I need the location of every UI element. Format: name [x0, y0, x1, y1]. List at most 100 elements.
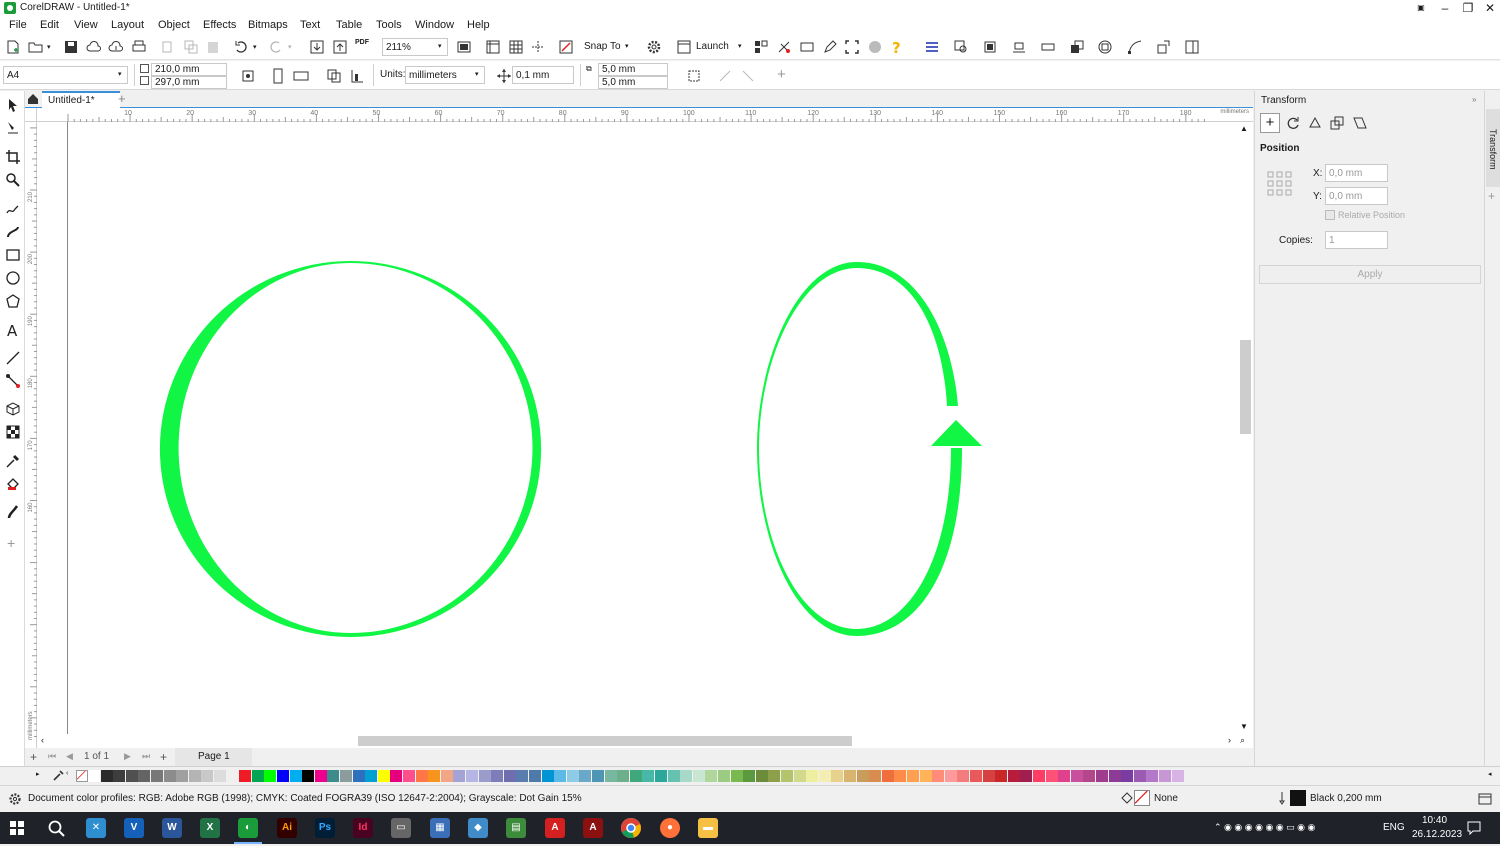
palette-scroll-left-icon[interactable]: ▸	[36, 770, 40, 778]
palette-swatch[interactable]	[1070, 770, 1083, 782]
scroll-right-icon[interactable]: ›	[1228, 735, 1231, 745]
vertical-scrollbar[interactable]: ▲ ▼	[1238, 122, 1253, 734]
menu-view[interactable]: View	[74, 19, 98, 31]
cloud-open-icon[interactable]	[86, 39, 102, 55]
horizontal-scrollbar[interactable]: ‹ › ⌕	[37, 734, 1253, 748]
units-dropdown-icon[interactable]: ▾	[475, 70, 479, 78]
taskbar-app-blue-icon[interactable]: ◆	[468, 818, 488, 838]
taskbar-firefox-icon[interactable]: ●	[660, 818, 680, 838]
taskbar-calculator-icon[interactable]: ▦	[430, 818, 450, 838]
palette-swatch[interactable]	[1045, 770, 1058, 782]
horizontal-scroll-thumb[interactable]	[358, 736, 852, 746]
palette-swatch[interactable]	[100, 770, 113, 782]
ruler-origin-icon[interactable]	[25, 108, 37, 122]
palette-swatch[interactable]	[1146, 770, 1159, 782]
status-panel-icon[interactable]	[1478, 792, 1492, 806]
taskbar-acrobat-reader-icon[interactable]: A	[583, 818, 603, 838]
show-grid-icon[interactable]	[508, 39, 524, 55]
taskbar-acrobat-icon[interactable]: A	[545, 818, 565, 838]
palette-swatch[interactable]	[1007, 770, 1020, 782]
palette-swatch[interactable]	[743, 770, 756, 782]
taskbar-excel-icon[interactable]: X	[200, 818, 220, 838]
page-tab[interactable]: Page 1	[175, 748, 252, 766]
eyedropper-tool-icon[interactable]	[5, 453, 21, 469]
docker-panel-icon[interactable]	[1184, 39, 1200, 55]
close-button[interactable]: ✕	[1479, 0, 1500, 16]
palette-swatch[interactable]	[453, 770, 466, 782]
palette-swatch[interactable]	[970, 770, 982, 782]
scroll-down-icon[interactable]: ▼	[1240, 722, 1248, 731]
palette-swatch[interactable]	[554, 770, 567, 782]
palette-swatch[interactable]	[251, 770, 264, 782]
transform-side-tab[interactable]: Transform	[1486, 109, 1500, 187]
pen-settings-icon[interactable]	[822, 39, 838, 55]
palette-swatch[interactable]	[289, 770, 302, 782]
export-icon[interactable]	[332, 39, 348, 55]
palette-swatch[interactable]	[516, 770, 529, 782]
palette-swatch[interactable]	[692, 770, 705, 782]
color-styles-icon[interactable]	[776, 39, 792, 55]
search-icon[interactable]	[47, 819, 65, 837]
ball-icon[interactable]	[867, 39, 883, 55]
taskbar-app-green-icon[interactable]: ▤	[506, 818, 526, 838]
shaping-icon[interactable]	[1097, 39, 1113, 55]
next-page-icon[interactable]: ▶	[124, 751, 131, 762]
palette-swatch[interactable]	[176, 770, 189, 782]
palette-swatch[interactable]	[302, 770, 315, 782]
page-height-field[interactable]: 297,0 mm	[151, 76, 227, 89]
view-manager-icon[interactable]	[953, 39, 969, 55]
palette-swatch[interactable]	[755, 770, 768, 782]
taskbar-app-car-icon[interactable]: ▭	[391, 818, 411, 838]
artistic-media-icon[interactable]	[5, 224, 21, 240]
taskbar-indesign-icon[interactable]: Id	[353, 818, 373, 838]
taskbar-word-icon[interactable]: W	[162, 818, 182, 838]
copies-field[interactable]: 1	[1325, 231, 1388, 249]
import-icon[interactable]	[309, 39, 325, 55]
palette-swatch[interactable]	[478, 770, 491, 782]
extrude-tool-icon[interactable]	[5, 401, 21, 417]
page-size-select[interactable]: A4	[3, 66, 128, 84]
dimension-tool-icon[interactable]	[5, 350, 21, 366]
palette-swatch[interactable]	[201, 770, 214, 782]
snap-icon[interactable]	[558, 39, 574, 55]
undo-icon[interactable]	[233, 39, 249, 55]
new-document-icon[interactable]	[5, 39, 21, 55]
palette-swatch[interactable]	[1033, 770, 1045, 782]
copy-icon[interactable]	[183, 39, 199, 55]
duplicate-x-field[interactable]: 5,0 mm	[598, 63, 668, 76]
show-guidelines-icon[interactable]	[530, 39, 546, 55]
palette-swatch[interactable]	[466, 770, 478, 782]
palette-swatch[interactable]	[592, 770, 604, 782]
smart-fill-icon[interactable]	[5, 504, 21, 520]
taskbar-coreldraw-icon[interactable]: ◐	[238, 818, 258, 838]
redo-dropdown-icon[interactable]: ▾	[288, 43, 292, 51]
pick-tool-icon[interactable]	[5, 97, 21, 113]
palette-swatch[interactable]	[1083, 770, 1096, 782]
palette-swatch[interactable]	[781, 770, 793, 782]
zoom-navigator-icon[interactable]: ⌕	[1240, 735, 1245, 746]
palette-swatch[interactable]	[264, 770, 277, 782]
rectangle-tool-icon[interactable]	[5, 247, 21, 263]
palette-swatch[interactable]	[1159, 770, 1171, 782]
palette-swatch[interactable]	[768, 770, 781, 782]
taskbar-app-snipping-icon[interactable]: ✕	[86, 818, 106, 838]
y-position-field[interactable]: 0,0 mm	[1325, 187, 1388, 205]
add-docker-icon[interactable]: +	[1488, 189, 1495, 203]
palette-swatch[interactable]	[377, 770, 390, 782]
palette-swatch[interactable]	[440, 770, 453, 782]
x-position-field[interactable]: 0,0 mm	[1325, 164, 1388, 182]
interactive-fill-icon[interactable]	[5, 476, 21, 492]
landscape-icon[interactable]	[293, 68, 309, 84]
anchor-grid-icon[interactable]	[1267, 171, 1293, 197]
palette-swatch[interactable]	[718, 770, 730, 782]
palette-swatch[interactable]	[907, 770, 919, 782]
palette-swatch[interactable]	[163, 770, 176, 782]
menu-effects[interactable]: Effects	[203, 19, 236, 31]
palette-swatch[interactable]	[680, 770, 693, 782]
palette-swatch[interactable]	[314, 770, 327, 782]
palette-swatch[interactable]	[415, 770, 428, 782]
palette-swatch[interactable]	[403, 770, 415, 782]
launch-dropdown-icon[interactable]: ▾	[738, 42, 742, 50]
palette-swatch[interactable]	[894, 770, 907, 782]
color-profiles-text[interactable]: Document color profiles: RGB: Adobe RGB …	[28, 793, 582, 804]
